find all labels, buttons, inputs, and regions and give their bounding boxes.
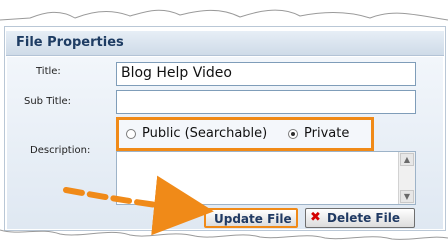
description-scrollbar[interactable]: ▲ ▼ — [398, 152, 415, 204]
public-radio-label[interactable]: Public (Searchable) — [142, 126, 267, 141]
title-label: Title: — [36, 66, 61, 77]
x-icon: ✖ — [310, 210, 321, 225]
chevron-down-icon[interactable]: ▼ — [400, 190, 414, 203]
update-file-label: Update File — [214, 212, 292, 226]
privacy-options-highlight: Public (Searchable) Private — [116, 117, 374, 151]
panel-title: File Properties — [16, 35, 124, 50]
chevron-up-icon[interactable]: ▲ — [400, 153, 414, 166]
delete-file-button[interactable]: ✖ Delete File — [305, 208, 415, 228]
radio-selected-dot — [291, 132, 295, 136]
description-textarea[interactable]: ▲ ▼ — [116, 151, 416, 205]
update-file-button[interactable]: Update File — [204, 208, 298, 228]
private-radio-label[interactable]: Private — [304, 126, 349, 141]
delete-file-label: Delete File — [327, 211, 400, 225]
public-radio[interactable] — [126, 129, 136, 139]
description-label: Description: — [30, 145, 91, 156]
panel-header: File Properties — [6, 31, 444, 56]
screenshot-stage: File Properties Title: Blog Help Video S… — [0, 0, 448, 241]
private-radio[interactable] — [288, 129, 298, 139]
subtitle-input[interactable] — [116, 90, 416, 114]
title-input-value: Blog Help Video — [121, 65, 232, 81]
subtitle-label: Sub Title: — [24, 96, 72, 107]
title-input[interactable]: Blog Help Video — [116, 62, 416, 86]
